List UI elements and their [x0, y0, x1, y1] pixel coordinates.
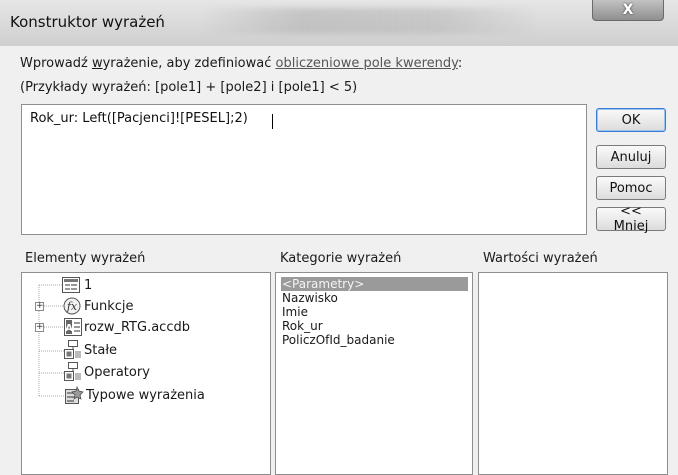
calculated-field-link[interactable]: obliczeniowe pole kwerendy — [276, 56, 458, 71]
function-icon: fx — [63, 297, 81, 315]
tree-item-label: rozw_RTG.accdb — [84, 319, 190, 335]
tree-item-label: Typowe wyrażenia — [86, 387, 205, 403]
title-bar: Konstruktor wyrażeń X — [0, 0, 678, 47]
access-key-letter: w — [91, 56, 103, 71]
form-icon — [62, 277, 80, 293]
elements-label: Elementy wyrażeń — [25, 251, 146, 266]
tree-item-label: Stałe — [84, 342, 118, 358]
svg-text:fx: fx — [66, 300, 78, 313]
values-label: Wartości wyrażeń — [483, 251, 598, 266]
title-bar-background — [200, 8, 540, 34]
text-cursor — [272, 114, 273, 129]
ok-button[interactable]: OK — [596, 108, 666, 132]
expression-editor[interactable]: Rok_ur: Left([Pacjenci]![PESEL];2) — [21, 104, 587, 235]
tree-item-label: Operatory — [84, 364, 150, 380]
tree-item-constants[interactable]: Stałe — [22, 340, 270, 360]
tree-item-1[interactable]: 1 — [22, 275, 270, 295]
category-item[interactable]: PoliczOfId_badanie — [281, 333, 468, 347]
close-button[interactable]: X — [592, 0, 664, 21]
cancel-button[interactable]: Anuluj — [596, 145, 666, 169]
close-icon: X — [622, 2, 634, 18]
svg-text:A: A — [65, 323, 73, 334]
constant-icon — [64, 340, 81, 359]
common-expression-icon — [65, 386, 84, 404]
categories-label: Kategorie wyrażeń — [280, 251, 402, 266]
less-button[interactable]: << Mniej — [596, 204, 666, 234]
window-title: Konstruktor wyrażeń — [10, 13, 165, 31]
tree-item-common-expressions[interactable]: Typowe wyrażenia — [22, 385, 270, 405]
operator-icon — [64, 362, 81, 381]
tree-item-label: Funkcje — [84, 298, 134, 314]
instruction-middle: yrażenie, aby zdefiniować — [102, 56, 276, 71]
help-button[interactable]: Pomoc — [596, 176, 666, 200]
category-item[interactable]: <Parametry> — [281, 277, 468, 291]
category-item[interactable]: Imie — [281, 305, 468, 319]
category-item[interactable]: Nazwisko — [281, 291, 468, 305]
categories-list[interactable]: <Parametry> Nazwisko Imie Rok_ur PoliczO… — [275, 272, 473, 475]
examples-text: (Przykłady wyrażeń: [pole1] + [pole2] i … — [20, 80, 358, 95]
instruction-prefix: Wprowadź — [20, 56, 92, 71]
instruction-text: Wprowadź wyrażenie, aby zdefiniować obli… — [20, 56, 462, 71]
tree-item-label: 1 — [84, 277, 93, 293]
instruction-colon: : — [457, 56, 463, 71]
database-icon: A — [64, 318, 82, 336]
tree-item-operators[interactable]: Operatory — [22, 362, 270, 382]
elements-tree[interactable]: 1 + fx Funkcje + A rozw_RTG.accdb Stałe … — [21, 272, 271, 475]
tree-item-functions[interactable]: fx Funkcje — [22, 296, 270, 316]
category-item[interactable]: Rok_ur — [281, 319, 468, 333]
expression-input[interactable]: Rok_ur: Left([Pacjenci]![PESEL];2) — [22, 105, 586, 234]
values-list[interactable] — [478, 272, 668, 475]
tree-item-database[interactable]: A rozw_RTG.accdb — [22, 317, 270, 337]
